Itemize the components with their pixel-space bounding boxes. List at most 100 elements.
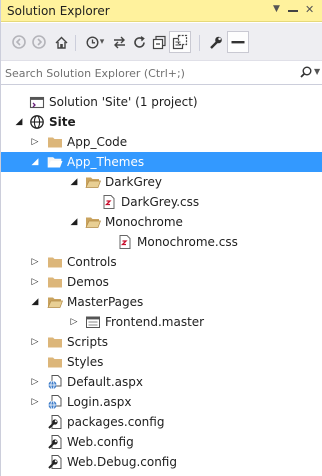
tree-item-label: Solution 'Site' (1 project) <box>49 95 198 109</box>
tree-item-label: MasterPages <box>67 295 144 309</box>
folder-icon <box>48 357 62 368</box>
tree-item-frontend-master[interactable]: ▷ Frontend.master <box>1 312 322 332</box>
toolbar-separator <box>199 35 200 51</box>
forward-icon <box>32 35 46 49</box>
tree-item-darkgrey-css[interactable]: DarkGrey.css <box>1 192 322 212</box>
config-file-icon <box>48 435 62 449</box>
css-file-icon <box>103 195 115 209</box>
expanded-arrow-icon[interactable]: ◢ <box>69 176 79 188</box>
collapsed-arrow-icon[interactable]: ▷ <box>30 256 40 268</box>
tree-item-app-code[interactable]: ▷ App_Code <box>1 132 322 152</box>
tree-item-label: Web.config <box>67 435 134 449</box>
toolbar-separator <box>75 35 76 51</box>
website-globe-icon <box>30 115 44 129</box>
expanded-arrow-icon[interactable]: ◢ <box>30 156 40 168</box>
chevron-down-icon: ▾ <box>99 37 105 47</box>
back-button[interactable] <box>11 34 27 50</box>
tree-item-packages-config[interactable]: packages.config <box>1 412 322 432</box>
expanded-arrow-icon[interactable]: ◢ <box>30 296 40 308</box>
collapse-all-button[interactable] <box>151 34 167 50</box>
tree-item-label: App_Themes <box>67 155 145 169</box>
tree-item-label: Site <box>49 115 76 129</box>
folder-icon <box>48 277 62 288</box>
config-file-icon <box>48 455 62 469</box>
tree-item-label: Styles <box>67 355 104 369</box>
tree-item-label: DarkGrey.css <box>121 195 200 209</box>
forward-button[interactable] <box>31 34 47 50</box>
sync-arrows-icon <box>113 36 125 48</box>
title-bar[interactable]: Solution Explorer ▼ ✕ <box>1 0 322 22</box>
master-page-icon <box>86 316 100 328</box>
tree-item-darkgrey[interactable]: ◢ DarkGrey <box>1 172 322 192</box>
clock-icon <box>86 35 99 49</box>
tree-item-demos[interactable]: ▷ Demos <box>1 272 322 292</box>
tree-item-login-aspx[interactable]: ▷ Login.aspx <box>1 392 322 412</box>
properties-button[interactable] <box>207 34 223 50</box>
home-button[interactable] <box>53 34 69 50</box>
tree-item-monochrome[interactable]: ◢ Monochrome <box>1 212 322 232</box>
tree-item-controls[interactable]: ▷ Controls <box>1 252 322 272</box>
tree-item-label: App_Code <box>67 135 128 149</box>
back-icon <box>12 35 26 49</box>
tree-item-label: Monochrome.css <box>137 235 238 249</box>
collapsed-arrow-icon[interactable]: ▷ <box>69 316 79 328</box>
refresh-icon <box>133 35 145 48</box>
tree-item-monochrome-css[interactable]: Monochrome.css <box>1 232 322 252</box>
aspx-file-icon <box>48 375 62 390</box>
tree-item-label: Monochrome <box>105 215 183 229</box>
expanded-arrow-icon[interactable]: ◢ <box>69 216 79 228</box>
config-file-icon <box>48 415 62 429</box>
tree-item-label: DarkGrey <box>105 175 162 189</box>
search-input[interactable] <box>1 62 291 84</box>
preview-icon <box>231 41 245 44</box>
collapsed-arrow-icon[interactable]: ▷ <box>30 136 40 148</box>
tree-item-default-aspx[interactable]: ▷ Default.aspx <box>1 372 322 392</box>
collapsed-arrow-icon[interactable]: ▷ <box>30 376 40 388</box>
folder-open-icon <box>85 217 101 228</box>
collapse-all-icon <box>152 35 166 49</box>
panel-title: Solution Explorer <box>7 4 110 18</box>
collapsed-arrow-icon[interactable]: ▷ <box>30 276 40 288</box>
solution-explorer-panel: Solution Explorer ▼ ✕ ▾ Search Solution … <box>0 0 322 476</box>
auto-hide-pin-icon[interactable] <box>288 7 298 17</box>
tree-item-label: Demos <box>67 275 109 289</box>
tree-item-solution[interactable]: Solution 'Site' (1 project) <box>1 92 322 112</box>
search-options-dropdown-icon[interactable]: ▼ <box>314 67 320 76</box>
folder-icon <box>48 137 62 148</box>
css-file-icon <box>119 235 131 249</box>
tree-item-site[interactable]: ◢ Site <box>1 112 322 132</box>
collapsed-arrow-icon[interactable]: ▷ <box>30 396 40 408</box>
folder-icon <box>48 337 62 348</box>
tree-item-web-debug-config[interactable]: Web.Debug.config <box>1 452 322 472</box>
tree-item-masterpages[interactable]: ◢ MasterPages <box>1 292 322 312</box>
tree-item-label: Login.aspx <box>67 395 132 409</box>
toolbar: ▾ <box>1 23 322 61</box>
collapsed-arrow-icon[interactable]: ▷ <box>30 336 40 348</box>
expanded-arrow-icon[interactable]: ◢ <box>14 116 24 128</box>
tree-item-label: Web.Debug.config <box>67 455 177 469</box>
tree-item-label: Default.aspx <box>67 375 143 389</box>
sync-with-active-document-button[interactable] <box>111 34 127 50</box>
close-icon[interactable]: ✕ <box>305 3 314 16</box>
refresh-button[interactable] <box>131 34 147 50</box>
tree-item-label: Frontend.master <box>105 315 205 329</box>
window-position-dropdown-icon[interactable]: ▼ <box>273 4 280 14</box>
tree-item-label: Scripts <box>67 335 109 349</box>
folder-open-icon <box>85 177 101 188</box>
search-box: ▼ <box>1 62 322 85</box>
folder-open-icon <box>47 297 63 308</box>
tree-item-label: packages.config <box>67 415 165 429</box>
solution-icon <box>29 96 45 109</box>
tree-item-app-themes[interactable]: ◢ App_Themes <box>1 152 322 172</box>
pending-changes-filter-button[interactable]: ▾ <box>82 34 108 50</box>
tree-item-styles[interactable]: Styles <box>1 352 322 372</box>
tree-item-scripts[interactable]: ▷ Scripts <box>1 332 322 352</box>
show-all-files-button[interactable] <box>169 31 191 53</box>
search-icon[interactable] <box>300 66 312 78</box>
tree-item-web-config[interactable]: Web.config <box>1 432 322 452</box>
home-icon <box>55 36 67 49</box>
show-all-files-icon <box>172 34 188 50</box>
preview-selected-items-button[interactable] <box>227 31 249 53</box>
wrench-icon <box>209 36 222 49</box>
solution-tree: Solution 'Site' (1 project) ◢ Site ▷ App… <box>1 86 322 476</box>
